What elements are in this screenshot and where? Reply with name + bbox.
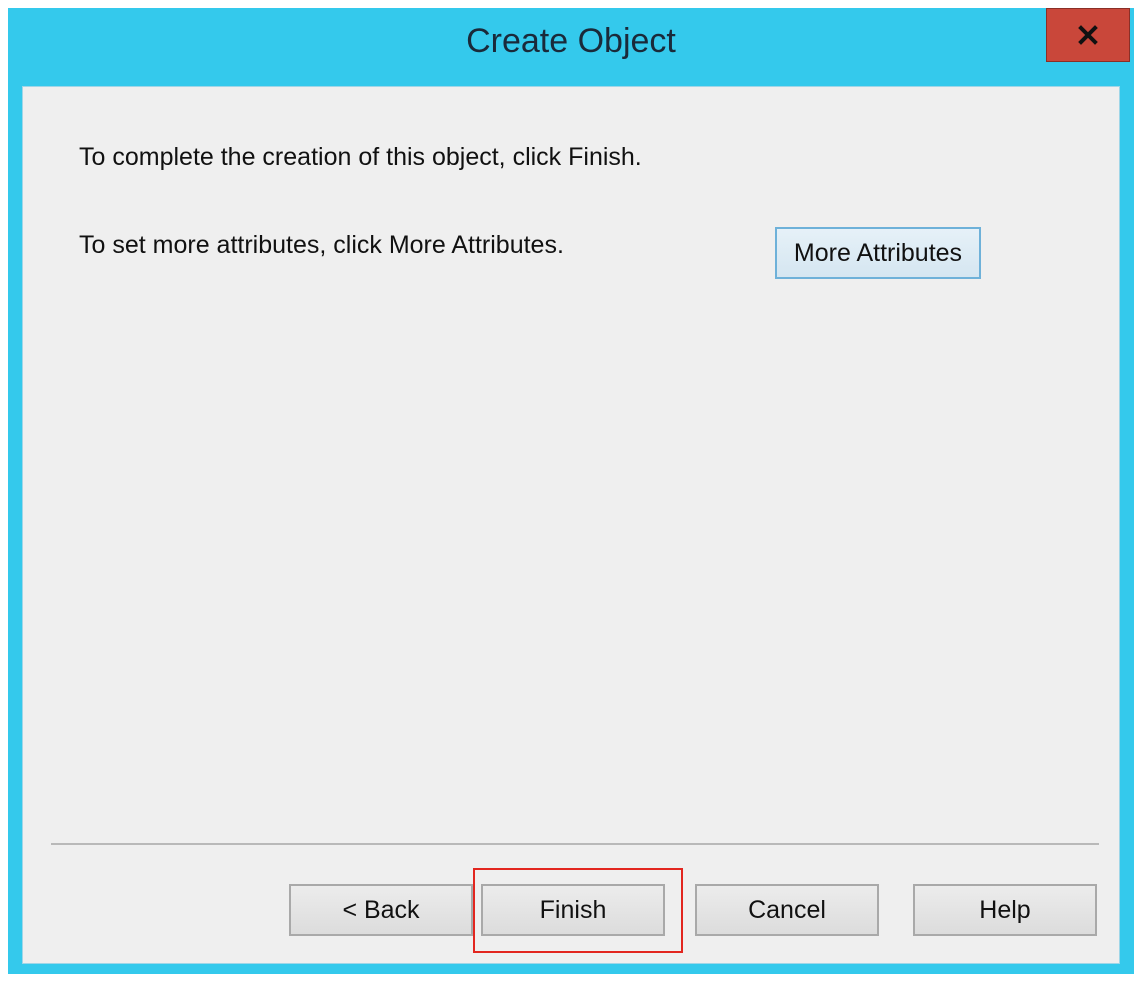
finish-instruction: To complete the creation of this object,…	[79, 143, 642, 171]
close-button[interactable]	[1046, 8, 1130, 62]
create-object-dialog: Create Object To complete the creation o…	[8, 8, 1134, 974]
close-icon	[1077, 24, 1099, 46]
help-button[interactable]: Help	[913, 884, 1097, 936]
more-attributes-button[interactable]: More Attributes	[775, 227, 981, 279]
back-button[interactable]: < Back	[289, 884, 473, 936]
attributes-instruction: To set more attributes, click More Attri…	[79, 231, 564, 259]
dialog-content: To complete the creation of this object,…	[22, 86, 1120, 964]
footer-divider	[51, 843, 1099, 845]
cancel-button[interactable]: Cancel	[695, 884, 879, 936]
finish-button[interactable]: Finish	[481, 884, 665, 936]
title-bar[interactable]: Create Object	[8, 8, 1134, 88]
dialog-title: Create Object	[466, 22, 676, 60]
